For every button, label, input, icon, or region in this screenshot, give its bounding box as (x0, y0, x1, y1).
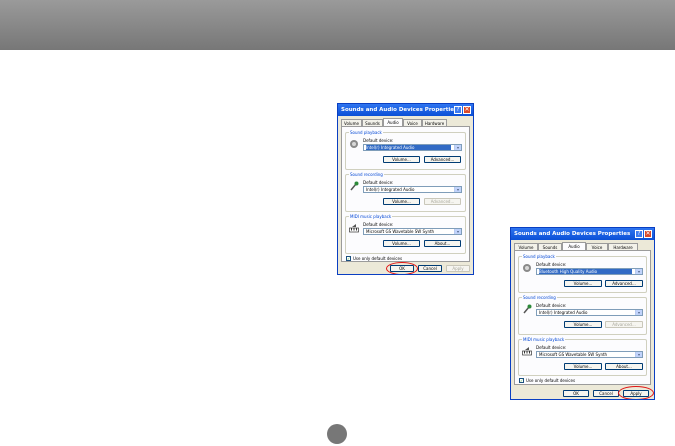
recording-advanced-button[interactable]: Advanced... (424, 198, 461, 205)
sound-recording-group: Sound recording Default device: Intel(r)… (518, 295, 647, 335)
header-bar (0, 0, 675, 50)
midi-playback-group: MIDI music playback Default device: Micr… (345, 214, 466, 254)
ok-button-highlight-ring (386, 262, 418, 274)
group-label: Sound playback (349, 130, 383, 135)
speaker-icon (523, 264, 531, 272)
dialog-title: Sounds and Audio Devices Properties (338, 104, 473, 116)
recording-device-select[interactable]: Intel(r) Integrated Audio ▾ (536, 309, 643, 316)
tab-voice[interactable]: Voice (403, 119, 422, 126)
help-button[interactable]: ? (454, 106, 462, 114)
tab-hardware[interactable]: Hardware (422, 119, 447, 126)
recording-device-value: Intel(r) Integrated Audio (366, 187, 415, 192)
midi-device-value: Microsoft GS Wavetable SW Synth (539, 352, 608, 357)
speaker-icon (350, 140, 358, 148)
audio-tab-panel: Sound playback Default device: Bluetooth… (514, 250, 651, 385)
playback-volume-button[interactable]: Volume... (564, 280, 602, 287)
recording-advanced-button[interactable]: Advanced... (605, 321, 643, 328)
use-default-devices-label: Use only default devices (526, 378, 576, 383)
default-device-label: Default device: (536, 303, 567, 308)
tab-sounds[interactable]: Sounds (362, 119, 383, 126)
tab-sounds[interactable]: Sounds (538, 243, 562, 250)
tab-volume[interactable]: Volume (341, 119, 362, 126)
sound-properties-dialog-right: Sounds and Audio Devices Properties ? ✕ … (510, 227, 655, 400)
chevron-down-icon: ▾ (454, 187, 461, 192)
default-device-label: Default device: (363, 180, 394, 185)
midi-device-value: Microsoft GS Wavetable SW Synth (366, 229, 435, 234)
chevron-down-icon: ▾ (635, 310, 642, 315)
use-default-devices-checkbox[interactable]: ✓ (346, 256, 351, 261)
playback-volume-button[interactable]: Volume... (383, 156, 420, 163)
sound-playback-group: Sound playback Default device: Bluetooth… (518, 254, 647, 293)
sound-playback-group: Sound playback Default device: Intel(r) … (345, 130, 466, 170)
sound-recording-group: Sound recording Default device: Intel(r)… (345, 172, 466, 212)
tab-audio[interactable]: Audio (383, 118, 403, 126)
keyboard-icon (522, 347, 532, 356)
default-device-label: Default device: (363, 222, 394, 227)
midi-volume-button[interactable]: Volume... (564, 363, 602, 370)
chevron-down-icon: ▾ (454, 229, 461, 234)
midi-device-select[interactable]: Microsoft GS Wavetable SW Synth ▾ (363, 228, 462, 235)
ok-button[interactable]: OK (563, 390, 589, 397)
midi-volume-button[interactable]: Volume... (383, 240, 420, 247)
recording-device-select[interactable]: Intel(r) Integrated Audio ▾ (363, 186, 462, 193)
default-device-label: Default device: (363, 138, 394, 143)
midi-about-button[interactable]: About... (424, 240, 461, 247)
recording-volume-button[interactable]: Volume... (383, 198, 420, 205)
playback-advanced-button[interactable]: Advanced... (424, 156, 461, 163)
apply-button-highlight-ring (618, 386, 654, 399)
page-indicator-dot (327, 424, 347, 444)
tab-voice[interactable]: Voice (586, 243, 608, 250)
cancel-button[interactable]: Cancel (593, 390, 619, 397)
tab-audio[interactable]: Audio (562, 242, 586, 250)
sound-properties-dialog-left: Sounds and Audio Devices Properties ? ✕ … (337, 103, 474, 275)
group-label: MIDI music playback (522, 337, 566, 342)
chevron-down-icon: ▾ (454, 145, 461, 150)
use-default-devices-label: Use only default devices (353, 256, 403, 261)
help-button[interactable]: ? (635, 230, 643, 238)
recording-device-value: Intel(r) Integrated Audio (539, 310, 588, 315)
chevron-down-icon: ▾ (635, 352, 642, 357)
default-device-label: Default device: (536, 262, 567, 267)
keyboard-icon (349, 224, 359, 233)
use-default-devices-checkbox[interactable]: ✓ (519, 378, 524, 383)
audio-tab-panel: Sound playback Default device: Intel(r) … (341, 126, 470, 262)
close-button[interactable]: ✕ (644, 230, 652, 238)
playback-device-select[interactable]: Intel(r) Integrated Audio ▾ (363, 144, 462, 151)
recording-volume-button[interactable]: Volume... (564, 321, 602, 328)
dialog-title: Sounds and Audio Devices Properties (511, 228, 654, 240)
playback-advanced-button[interactable]: Advanced... (605, 280, 643, 287)
midi-about-button[interactable]: About... (605, 363, 643, 370)
group-label: Sound recording (522, 295, 557, 300)
playback-device-value: Intel(r) Integrated Audio (366, 145, 451, 150)
midi-playback-group: MIDI music playback Default device: Micr… (518, 337, 647, 376)
midi-device-select[interactable]: Microsoft GS Wavetable SW Synth ▾ (536, 351, 643, 358)
microphone-icon (523, 304, 532, 314)
group-label: Sound recording (349, 172, 384, 177)
playback-device-value: Bluetooth High Quality Audio (539, 269, 632, 274)
group-label: Sound playback (522, 254, 556, 259)
tab-hardware[interactable]: Hardware (608, 243, 638, 250)
group-label: MIDI music playback (349, 214, 393, 219)
tab-volume[interactable]: Volume (514, 243, 538, 250)
microphone-icon (350, 181, 359, 191)
default-device-label: Default device: (536, 345, 567, 350)
apply-button[interactable]: Apply (446, 265, 470, 272)
playback-device-select[interactable]: Bluetooth High Quality Audio ▾ (536, 268, 643, 275)
cancel-button[interactable]: Cancel (418, 265, 442, 272)
close-button[interactable]: ✕ (463, 106, 471, 114)
chevron-down-icon: ▾ (635, 269, 642, 274)
